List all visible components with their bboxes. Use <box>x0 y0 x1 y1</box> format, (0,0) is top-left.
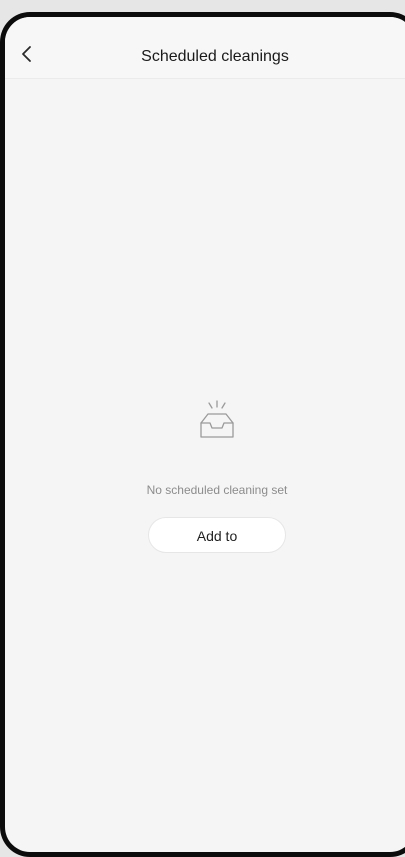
app-screen: Scheduled cleanings No scheduled cleanin… <box>5 17 405 852</box>
empty-state-message: No scheduled cleaning set <box>146 483 288 497</box>
device-frame: Scheduled cleanings No scheduled cleanin… <box>0 12 405 857</box>
chevron-left-icon <box>22 46 31 62</box>
add-schedule-button[interactable]: Add to <box>148 517 286 553</box>
back-button[interactable] <box>9 37 43 71</box>
page-title: Scheduled cleanings <box>141 48 289 65</box>
empty-tray-icon <box>200 400 234 438</box>
app-header: Scheduled cleanings <box>5 17 405 79</box>
